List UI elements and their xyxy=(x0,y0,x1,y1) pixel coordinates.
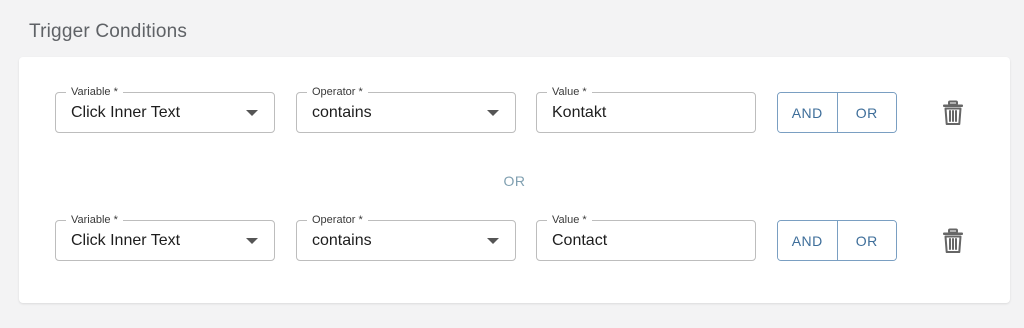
operator-label: Operator * xyxy=(307,213,368,227)
or-button[interactable]: OR xyxy=(836,221,896,260)
value-input[interactable]: Value * Contact xyxy=(536,213,756,261)
value-text: Contact xyxy=(552,232,608,249)
operator-select[interactable]: Operator * contains xyxy=(296,85,516,133)
value-text: Kontakt xyxy=(552,104,607,121)
or-separator: OR xyxy=(503,173,526,189)
variable-value: Click Inner Text xyxy=(71,232,181,249)
dropdown-caret-icon xyxy=(487,110,499,116)
variable-label: Variable * xyxy=(66,85,123,99)
logic-toggle: AND OR xyxy=(777,92,897,133)
variable-select[interactable]: Variable * Click Inner Text xyxy=(55,85,275,133)
operator-select[interactable]: Operator * contains xyxy=(296,213,516,261)
dropdown-caret-icon xyxy=(246,238,258,244)
condition-row: Variable * Click Inner Text Operator * c… xyxy=(19,213,1010,264)
value-input[interactable]: Value * Kontakt xyxy=(536,85,756,133)
or-button[interactable]: OR xyxy=(836,93,896,132)
and-button[interactable]: AND xyxy=(778,221,837,260)
logic-toggle: AND OR xyxy=(777,220,897,261)
and-button[interactable]: AND xyxy=(778,93,837,132)
trash-icon[interactable] xyxy=(941,100,965,126)
dropdown-caret-icon xyxy=(487,238,499,244)
dropdown-caret-icon xyxy=(246,110,258,116)
operator-label: Operator * xyxy=(307,85,368,99)
section-title: Trigger Conditions xyxy=(29,21,188,42)
variable-label: Variable * xyxy=(66,213,123,227)
operator-value: contains xyxy=(312,104,372,121)
trash-icon[interactable] xyxy=(941,228,965,254)
value-label: Value * xyxy=(547,213,592,227)
value-label: Value * xyxy=(547,85,592,99)
variable-select[interactable]: Variable * Click Inner Text xyxy=(55,213,275,261)
conditions-card: Variable * Click Inner Text Operator * c… xyxy=(19,57,1010,303)
variable-value: Click Inner Text xyxy=(71,104,181,121)
condition-row: Variable * Click Inner Text Operator * c… xyxy=(19,85,1010,136)
operator-value: contains xyxy=(312,232,372,249)
